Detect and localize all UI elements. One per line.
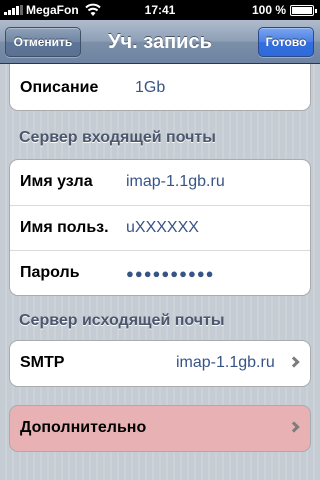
status-bar: MegaFon 17:41 100 % <box>0 0 320 20</box>
password-label: Пароль <box>20 264 80 281</box>
done-button[interactable]: Готово <box>258 27 314 57</box>
battery-percent: 100 % <box>251 3 286 17</box>
advanced-row[interactable]: Дополнительно <box>10 406 310 451</box>
smtp-row[interactable]: SMTP imap-1.1gb.ru <box>10 341 310 386</box>
description-label: Описание <box>20 79 99 96</box>
outgoing-server-header: Сервер исходящей почты <box>19 312 225 329</box>
user-name-row[interactable]: Имя польз. uXXXXXX <box>10 205 310 250</box>
outgoing-server-group: SMTP imap-1.1gb.ru <box>9 340 311 387</box>
incoming-server-group: Имя узла imap-1.1gb.ru Имя польз. uXXXXX… <box>9 159 311 296</box>
page-title: Уч. запись <box>108 31 212 53</box>
battery-icon <box>290 5 317 16</box>
cancel-button[interactable]: Отменить <box>5 27 81 57</box>
chevron-right-icon <box>288 421 300 433</box>
incoming-server-header: Сервер входящей почты <box>19 129 216 146</box>
host-name-label: Имя узла <box>20 173 93 190</box>
navigation-bar: Отменить Уч. запись Готово <box>0 20 320 64</box>
description-value[interactable]: 1Gb <box>135 79 165 97</box>
advanced-group: Дополнительно <box>9 405 311 452</box>
smtp-label: SMTP <box>20 354 65 371</box>
description-row[interactable]: Описание 1Gb <box>10 64 310 110</box>
host-name-row[interactable]: Имя узла imap-1.1gb.ru <box>10 160 310 205</box>
user-name-label: Имя польз. <box>20 219 109 236</box>
host-name-value[interactable]: imap-1.1gb.ru <box>126 173 225 191</box>
description-group: Описание 1Gb <box>9 64 311 111</box>
password-value[interactable]: ●●●●●●●●●● <box>126 266 215 281</box>
password-row[interactable]: Пароль ●●●●●●●●●● <box>10 250 310 295</box>
chevron-right-icon <box>288 356 300 368</box>
smtp-value: imap-1.1gb.ru <box>176 354 275 371</box>
user-name-value[interactable]: uXXXXXX <box>126 219 199 237</box>
advanced-label: Дополнительно <box>20 419 147 436</box>
